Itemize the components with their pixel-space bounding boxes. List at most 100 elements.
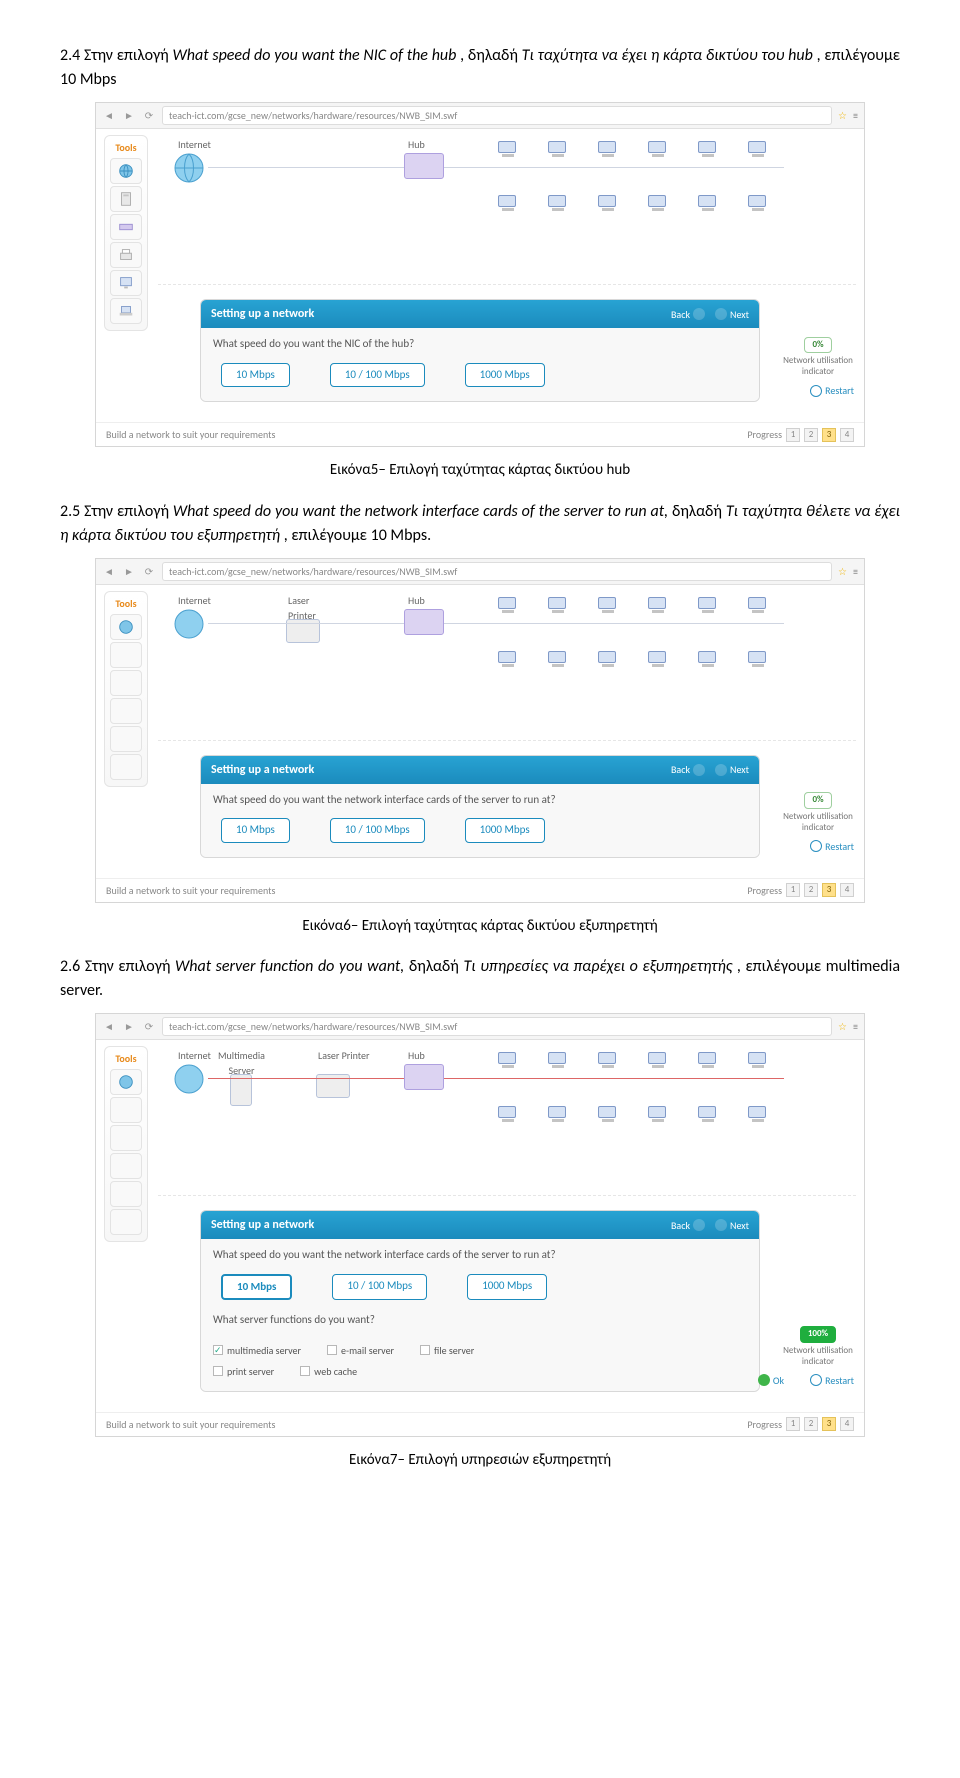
utilisation-indicator: 0% Network utilisation indicator (782, 792, 854, 833)
pc-node (698, 1106, 718, 1124)
option-10-100mbps[interactable]: 10 / 100 Mbps (332, 1274, 427, 1301)
progress-steps: Progress 1 2 3 4 (747, 427, 854, 442)
internet-icon (172, 151, 206, 185)
pc-node (748, 1052, 768, 1070)
browser-toolbar: ◄ ► ⟳ teach-ict.com/gcse_new/networks/ha… (96, 1014, 864, 1040)
tool-pc-icon[interactable] (110, 1181, 142, 1207)
restart-button[interactable]: Restart (810, 383, 854, 398)
option-1000mbps[interactable]: 1000 Mbps (465, 363, 545, 388)
tool-server-icon[interactable] (110, 1097, 142, 1123)
pc-node (548, 597, 568, 615)
pc-node (648, 1052, 668, 1070)
laser-printer-label: Laser Printer (318, 1048, 369, 1063)
tool-laptop-icon[interactable] (110, 298, 142, 324)
checkbox-multimedia-server[interactable]: multimedia server (213, 1343, 301, 1358)
tool-printer-icon[interactable] (110, 1153, 142, 1179)
step-1: 1 (786, 428, 800, 442)
simulator-footer: Build a network to suit your requirement… (96, 1412, 864, 1436)
internet-label: Internet (178, 593, 211, 608)
option-10-100mbps[interactable]: 10 / 100 Mbps (330, 818, 425, 843)
network-topology: Internet Multimedia Server Laser Printer… (158, 1046, 856, 1196)
tool-printer-icon[interactable] (110, 242, 142, 268)
pc-node (648, 651, 668, 669)
pc-node (548, 195, 568, 213)
forward-icon[interactable]: ► (122, 564, 136, 579)
option-1000mbps[interactable]: 1000 Mbps (465, 818, 545, 843)
step-1: 1 (786, 883, 800, 897)
ok-button[interactable]: Ok (758, 1373, 784, 1388)
tool-globe-icon[interactable] (110, 614, 142, 640)
dialog-header: Setting up a network Back Next (201, 1211, 759, 1239)
checkbox-row: multimedia server e-mail server file ser… (213, 1337, 747, 1358)
pc-node (748, 1106, 768, 1124)
tool-globe-icon[interactable] (110, 1069, 142, 1095)
option-10mbps[interactable]: 10 Mbps (221, 1274, 292, 1301)
back-icon[interactable]: ◄ (102, 564, 116, 579)
next-button[interactable]: Next (715, 307, 749, 322)
menu-icon[interactable]: ≡ (853, 564, 858, 579)
progress-steps: Progress 1 2 3 4 (747, 1417, 854, 1432)
tool-pc-icon[interactable] (110, 270, 142, 296)
dialog-question-2: What server functions do you want? (213, 1312, 747, 1329)
menu-icon[interactable]: ≡ (853, 108, 858, 123)
chevron-left-icon (693, 764, 705, 776)
simulator-footer: Build a network to suit your requirement… (96, 878, 864, 902)
caption-6: Εικόνα6– Επιλογή ταχύτητας κάρτας δικτύο… (60, 915, 900, 938)
back-icon[interactable]: ◄ (102, 1019, 116, 1034)
option-10mbps[interactable]: 10 Mbps (221, 818, 290, 843)
back-icon[interactable]: ◄ (102, 108, 116, 123)
back-button[interactable]: Back (671, 1218, 705, 1233)
tool-printer-icon[interactable] (110, 698, 142, 724)
checkbox-print-server[interactable]: print server (213, 1364, 274, 1379)
bookmark-icon[interactable]: ☆ (838, 108, 847, 123)
next-button[interactable]: Next (715, 762, 749, 777)
pc-node (698, 141, 718, 159)
link (444, 623, 784, 624)
checkbox-email-server[interactable]: e-mail server (327, 1343, 394, 1358)
checkbox-row: print server web cache (213, 1358, 747, 1379)
checkbox-web-cache[interactable]: web cache (300, 1364, 357, 1379)
url-field[interactable]: teach-ict.com/gcse_new/networks/hardware… (162, 1017, 832, 1036)
reload-icon[interactable]: ⟳ (142, 108, 156, 123)
option-1000mbps[interactable]: 1000 Mbps (467, 1274, 547, 1301)
pc-node (698, 195, 718, 213)
tool-pc-icon[interactable] (110, 726, 142, 752)
tool-hub-icon[interactable] (110, 670, 142, 696)
link (444, 1078, 784, 1079)
option-10-100mbps[interactable]: 10 / 100 Mbps (330, 363, 425, 388)
forward-icon[interactable]: ► (122, 108, 136, 123)
next-button[interactable]: Next (715, 1218, 749, 1233)
reload-icon[interactable]: ⟳ (142, 1019, 156, 1034)
option-10mbps[interactable]: 10 Mbps (221, 363, 290, 388)
chevron-left-icon (693, 1219, 705, 1231)
restart-icon (810, 385, 822, 397)
tool-server-icon[interactable] (110, 186, 142, 212)
pc-node (748, 651, 768, 669)
tool-globe-icon[interactable] (110, 158, 142, 184)
dialog-setup-network: Setting up a network Back Next What spee… (200, 299, 760, 402)
bookmark-icon[interactable]: ☆ (838, 1019, 847, 1034)
back-button[interactable]: Back (671, 307, 705, 322)
tool-hub-icon[interactable] (110, 214, 142, 240)
reload-icon[interactable]: ⟳ (142, 564, 156, 579)
restart-icon (810, 1374, 822, 1386)
pc-node (498, 597, 518, 615)
pc-node (748, 195, 768, 213)
tool-laptop-icon[interactable] (110, 1209, 142, 1235)
forward-icon[interactable]: ► (122, 1019, 136, 1034)
checkbox-file-server[interactable]: file server (420, 1343, 474, 1358)
restart-button[interactable]: Restart (810, 1373, 854, 1388)
indicator-label: Network utilisation indicator (783, 355, 853, 377)
tool-laptop-icon[interactable] (110, 754, 142, 780)
chevron-right-icon (715, 764, 727, 776)
menu-icon[interactable]: ≡ (853, 1019, 858, 1034)
tool-hub-icon[interactable] (110, 1125, 142, 1151)
paragraph-2-4: 2.4 Στην επιλογή What speed do you want … (60, 44, 900, 92)
tool-server-icon[interactable] (110, 642, 142, 668)
bookmark-icon[interactable]: ☆ (838, 564, 847, 579)
url-field[interactable]: teach-ict.com/gcse_new/networks/hardware… (162, 562, 832, 581)
back-button[interactable]: Back (671, 762, 705, 777)
restart-button[interactable]: Restart (810, 839, 854, 854)
url-field[interactable]: teach-ict.com/gcse_new/networks/hardware… (162, 106, 832, 125)
chevron-right-icon (715, 308, 727, 320)
